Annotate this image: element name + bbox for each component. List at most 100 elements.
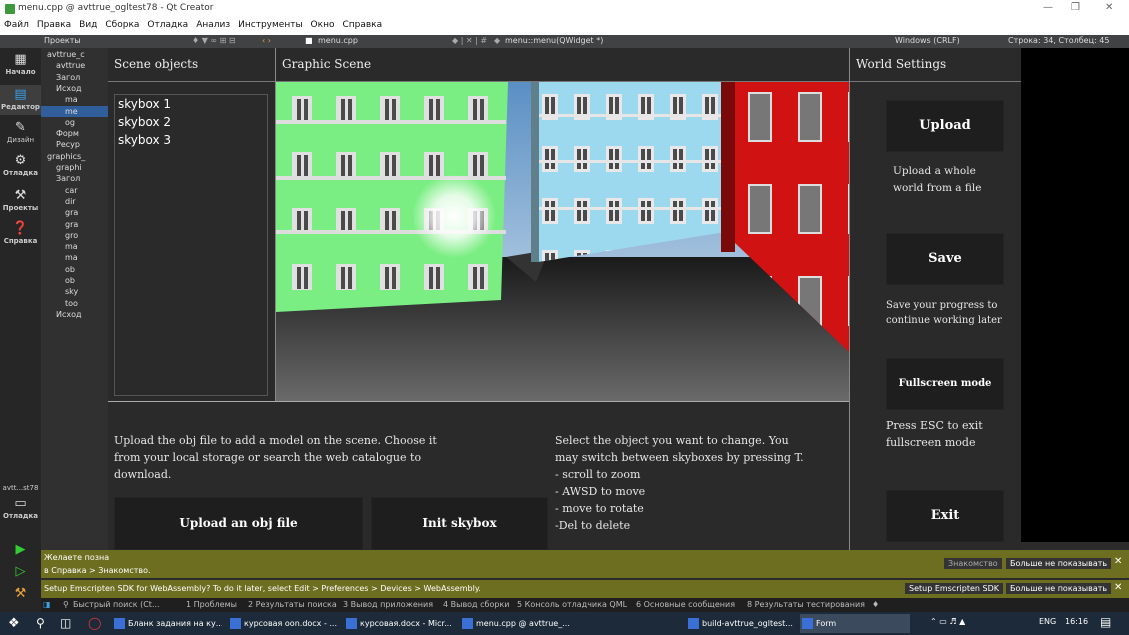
- tree-item[interactable]: Ресур: [41, 139, 108, 150]
- search-icon[interactable]: ⚲: [36, 616, 45, 630]
- scene-object-list[interactable]: skybox 1 skybox 2 skybox 3: [114, 94, 268, 396]
- help-line: -Del to delete: [555, 519, 631, 532]
- fullscreen-button[interactable]: Fullscreen mode: [886, 358, 1004, 410]
- kit-mode[interactable]: ▭ Отладка: [0, 496, 41, 520]
- tree-item[interactable]: ma: [41, 241, 108, 252]
- maximize-icon[interactable]: ❐: [1071, 2, 1080, 13]
- mode-editor[interactable]: ▤ Редактор: [0, 85, 41, 115]
- dont-show-button[interactable]: Больше не показывать: [1006, 583, 1112, 594]
- mode-design[interactable]: ✎ Дизайн: [0, 120, 41, 144]
- close-notification-icon[interactable]: ✕: [1114, 582, 1122, 593]
- menu-debug[interactable]: Отладка: [147, 20, 188, 35]
- menu-help[interactable]: Справка: [342, 20, 382, 35]
- tree-item[interactable]: graphi: [41, 162, 108, 173]
- tab-search-results[interactable]: 2 Результаты поиска: [248, 600, 337, 609]
- mode-debug[interactable]: ⚙ Отладка: [0, 153, 41, 177]
- tree-item[interactable]: ob: [41, 275, 108, 286]
- windows-start-icon[interactable]: ❖: [8, 616, 20, 631]
- notification-text: в Справка > Знакомство.: [44, 566, 151, 575]
- tree-item[interactable]: Исход: [41, 83, 108, 94]
- tree-item[interactable]: dir: [41, 196, 108, 207]
- mode-help[interactable]: ❓ Справка: [0, 221, 41, 245]
- emscripten-notification: Setup Emscripten SDK for WebAssembly? To…: [41, 580, 1129, 598]
- upload-obj-button[interactable]: Upload an obj file: [114, 497, 363, 550]
- more-tabs-icon[interactable]: ♦: [872, 600, 879, 609]
- close-notification-icon[interactable]: ✕: [1114, 556, 1122, 567]
- tree-item[interactable]: ob: [41, 264, 108, 275]
- menu-view[interactable]: Вид: [79, 20, 97, 35]
- task-view-icon[interactable]: ◫: [60, 616, 71, 630]
- tree-item[interactable]: car: [41, 185, 108, 196]
- tree-item[interactable]: me: [41, 105, 108, 117]
- menu-build[interactable]: Сборка: [105, 20, 139, 35]
- clock[interactable]: 16:16: [1065, 617, 1088, 626]
- line-ending-selector[interactable]: Windows (CRLF): [895, 36, 960, 45]
- menu-analyze[interactable]: Анализ: [196, 20, 230, 35]
- app-window: Scene objects Graphic Scene World Settin…: [108, 48, 1021, 550]
- welcome-button[interactable]: Знакомство: [944, 558, 1002, 569]
- init-skybox-button[interactable]: Init skybox: [371, 497, 548, 550]
- menu-tools[interactable]: Инструменты: [238, 20, 302, 35]
- notifications-icon[interactable]: ▤: [1100, 615, 1111, 629]
- taskbar-item-qtcreator[interactable]: menu.cpp @ avttrue_...: [460, 614, 570, 633]
- function-selector[interactable]: menu::menu(QWidget *): [505, 36, 603, 45]
- exit-button[interactable]: Exit: [886, 490, 1004, 542]
- tree-item[interactable]: gro: [41, 230, 108, 241]
- tree-item[interactable]: sky: [41, 286, 108, 297]
- taskbar-item-word[interactable]: курсовая.docx - Micr...: [344, 614, 454, 633]
- taskbar-item-form[interactable]: Form: [800, 614, 910, 633]
- run-button[interactable]: ▶: [0, 542, 41, 558]
- open-file-tab[interactable]: menu.cpp: [318, 36, 358, 45]
- close-icon[interactable]: ✕: [1105, 2, 1113, 13]
- kit-selector[interactable]: avtt...st78: [0, 484, 41, 492]
- tree-item[interactable]: ma: [41, 94, 108, 105]
- monitor-icon: ▭: [14, 496, 27, 511]
- tab-app-output[interactable]: 3 Вывод приложения: [343, 600, 433, 609]
- graphic-scene-viewport[interactable]: [276, 82, 849, 401]
- tree-item[interactable]: Загол: [41, 173, 108, 184]
- sidebar-toggle-icon[interactable]: ◨: [43, 600, 51, 609]
- quick-search-input[interactable]: Быстрый поиск (Ct...: [73, 600, 160, 609]
- menu-edit[interactable]: Правка: [37, 20, 71, 35]
- projects-label[interactable]: Проекты: [44, 36, 81, 45]
- tab-general-messages[interactable]: 6 Основные сообщения: [636, 600, 735, 609]
- tree-item[interactable]: ma: [41, 252, 108, 263]
- list-item[interactable]: skybox 1: [115, 95, 267, 113]
- build-button[interactable]: ⚒: [0, 586, 41, 602]
- tree-item[interactable]: too: [41, 298, 108, 309]
- upload-world-button[interactable]: Upload: [886, 100, 1004, 152]
- taskbar-item-word[interactable]: курсовая oon.docx - ...: [228, 614, 338, 633]
- tree-item[interactable]: gra: [41, 219, 108, 230]
- tab-problems[interactable]: 1 Проблемы: [186, 600, 237, 609]
- tree-item[interactable]: avttrue_c: [41, 49, 108, 60]
- language-indicator[interactable]: ENG: [1039, 617, 1056, 626]
- taskbar-item-word[interactable]: Бланк задания на ку...: [112, 614, 222, 633]
- tree-item[interactable]: og: [41, 117, 108, 128]
- mode-projects[interactable]: ⚒ Проекты: [0, 188, 41, 212]
- menu-window[interactable]: Окно: [311, 20, 335, 35]
- menu-file[interactable]: Файл: [4, 20, 29, 35]
- dont-show-button[interactable]: Больше не показывать: [1006, 558, 1112, 569]
- tree-item[interactable]: Исход: [41, 309, 108, 320]
- opera-icon[interactable]: ◯: [88, 616, 101, 630]
- tree-item[interactable]: Загол: [41, 72, 108, 83]
- close-file-icon[interactable]: ◆ | ✕ | #: [452, 36, 487, 45]
- mode-welcome[interactable]: ▦ Начало: [0, 52, 41, 76]
- debug-run-button[interactable]: ▷: [0, 564, 41, 580]
- list-item[interactable]: skybox 3: [115, 131, 267, 149]
- minimize-icon[interactable]: —: [1043, 2, 1053, 13]
- nav-arrows-icon[interactable]: ‹ ›: [262, 36, 271, 45]
- list-item[interactable]: skybox 2: [115, 113, 267, 131]
- save-button[interactable]: Save: [886, 233, 1004, 285]
- tree-item[interactable]: Форм: [41, 128, 108, 139]
- setup-emscripten-button[interactable]: Setup Emscripten SDK: [905, 583, 1003, 594]
- tree-item[interactable]: gra: [41, 207, 108, 218]
- filter-icon[interactable]: ♦ ▼ ∞ ⊞ ⊟: [192, 36, 236, 45]
- tab-compile-output[interactable]: 4 Вывод сборки: [443, 600, 509, 609]
- tree-item[interactable]: avttrue: [41, 60, 108, 71]
- tab-qml-console[interactable]: 5 Консоль отладчика QML: [517, 600, 627, 609]
- taskbar-item-folder[interactable]: build-avttrue_ogltest...: [686, 614, 796, 633]
- tab-test-results[interactable]: 8 Результаты тестирования: [747, 600, 865, 609]
- tray-icons[interactable]: ⌃ ▭ ♬ ▲: [930, 617, 965, 626]
- tree-item[interactable]: graphics_: [41, 151, 108, 162]
